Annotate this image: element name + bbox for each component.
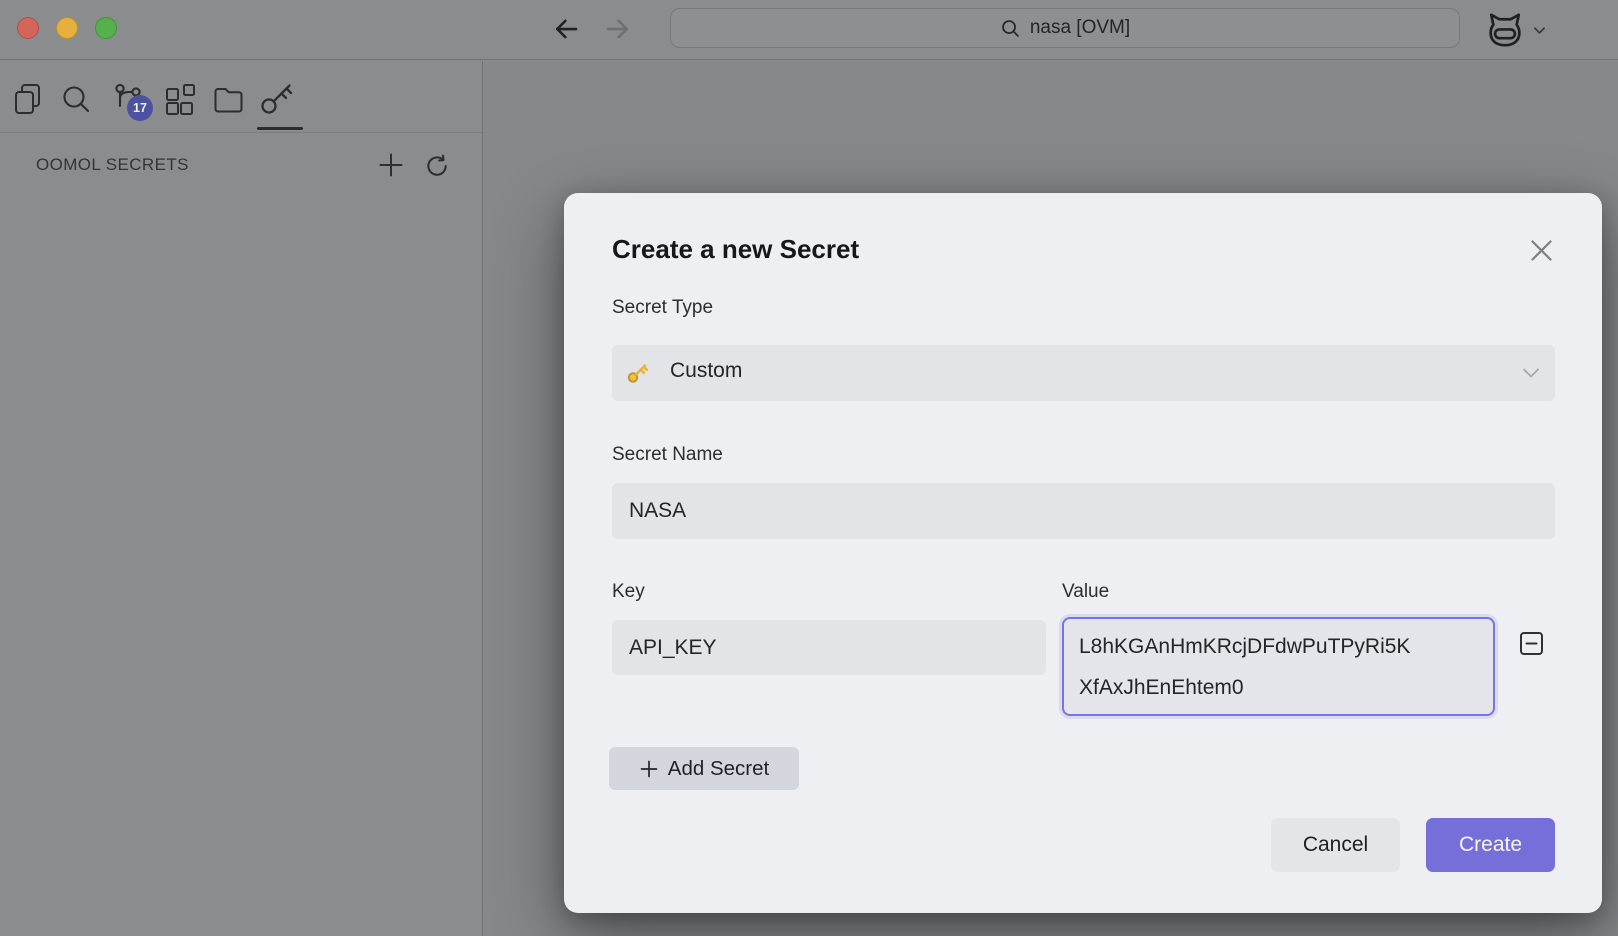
secret-name-input[interactable]: NASA [612,483,1555,539]
minus-icon [1524,636,1539,651]
tab-search[interactable] [60,77,100,121]
traffic-close-button[interactable] [17,17,39,39]
oomol-logo-icon [1484,11,1526,49]
tab-folder[interactable] [212,77,252,121]
sidebar-tab-bar: 17 [0,61,482,133]
sidebar: 17 [0,61,483,936]
folder-icon [212,84,252,114]
traffic-zoom-button[interactable] [95,17,117,39]
value-text-line1: L8hKGAnHmKRcjDFdwPuTPyRi5K [1079,626,1478,667]
arrow-left-icon [551,14,583,44]
create-secret-modal: Create a new Secret Secret Type Custom [564,193,1602,913]
create-button[interactable]: Create [1426,818,1555,872]
secret-type-select[interactable]: Custom [612,345,1555,401]
value-text-line2: XfAxJhEnEhtem0 [1079,667,1478,708]
value-input[interactable]: L8hKGAnHmKRcjDFdwPuTPyRi5K XfAxJhEnEhtem… [1062,617,1495,716]
add-secret-label: Add Secret [668,757,769,781]
chevron-down-icon [1532,23,1547,38]
blocks-icon [163,82,203,116]
close-button[interactable] [1528,235,1558,265]
global-search-bar[interactable]: nasa [OVM] [670,8,1460,48]
search-query-text: nasa [OVM] [1030,17,1130,39]
add-secret-panel-button[interactable] [377,150,407,180]
copy-icon [12,82,52,116]
plus-icon [639,759,659,779]
titlebar: nasa [OVM] [0,0,1618,60]
cancel-button[interactable]: Cancel [1271,818,1400,872]
chevron-down-icon [1520,362,1542,384]
arrow-right-icon [603,14,635,44]
forward-button[interactable] [603,13,635,45]
secret-name-value: NASA [629,499,686,523]
back-button[interactable] [551,13,583,45]
search-icon [60,83,100,116]
account-menu-button[interactable] [1484,7,1570,53]
secret-type-label: Secret Type [612,297,713,319]
tab-copy[interactable] [12,77,52,121]
app-window: nasa [OVM] [0,0,1618,936]
close-icon [1528,237,1558,264]
tab-secrets[interactable] [256,77,304,121]
flow-count-badge: 17 [127,95,153,121]
value-label: Value [1062,581,1109,603]
secret-name-label: Secret Name [612,444,723,466]
modal-title: Create a new Secret [612,234,859,265]
key-label: Key [612,581,645,603]
remove-kv-row-button[interactable] [1520,632,1543,655]
search-icon [1000,18,1021,39]
key-input[interactable]: API_KEY [612,620,1046,675]
plus-icon [377,151,407,179]
tab-blocks[interactable] [163,77,203,121]
add-secret-button[interactable]: Add Secret [609,747,799,790]
gold-key-icon [625,360,651,386]
key-value: API_KEY [629,636,717,660]
refresh-icon [424,153,452,179]
active-tab-indicator [257,127,303,130]
key-icon [256,79,304,119]
panel-title: OOMOL SECRETS [36,155,189,175]
refresh-button[interactable] [424,152,452,180]
traffic-minimize-button[interactable] [56,17,78,39]
secret-type-value: Custom [670,359,742,383]
